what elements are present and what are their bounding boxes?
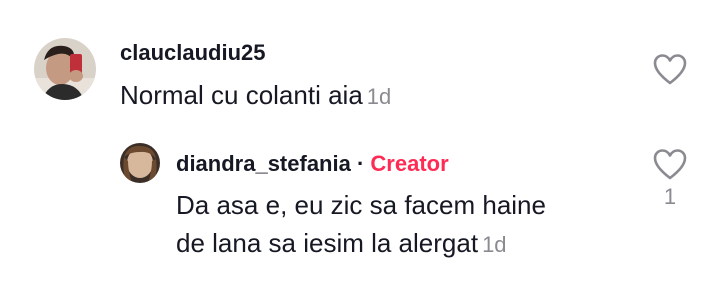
user-photo-icon: [34, 38, 96, 100]
heart-outline-icon: [653, 54, 687, 85]
separator-dot: ·: [356, 151, 365, 176]
avatar[interactable]: [34, 38, 96, 100]
reply-header: diandra_stefania · Creator: [176, 151, 449, 177]
comment-username[interactable]: clauclaudiu25: [120, 40, 266, 66]
reply-item: diandra_stefania · Creator Da asa e, eu …: [0, 140, 719, 287]
reply-timestamp: 1d: [482, 232, 507, 257]
like-button[interactable]: [650, 50, 690, 90]
comment-text-content: Normal cu colanti aia: [120, 80, 363, 110]
reply-text-line-2: de lana sa iesim la alergat 1d: [176, 228, 507, 259]
avatar[interactable]: [120, 143, 160, 183]
comment-item: clauclaudiu25 Normal cu colanti aia 1d: [0, 0, 719, 140]
reply-username[interactable]: diandra_stefania: [176, 151, 351, 176]
comment-thread: clauclaudiu25 Normal cu colanti aia 1d di…: [0, 0, 719, 287]
creator-badge: Creator: [370, 151, 449, 176]
comment-text: Normal cu colanti aia 1d: [120, 80, 391, 111]
reply-text-line-1: Da asa e, eu zic sa facem haine: [176, 190, 546, 220]
like-count: 1: [663, 184, 677, 209]
heart-outline-icon: [653, 149, 687, 180]
reply-text-content: de lana sa iesim la alergat: [176, 228, 479, 258]
user-photo-icon: [120, 143, 160, 183]
like-button[interactable]: [650, 145, 690, 185]
comment-timestamp: 1d: [366, 84, 392, 109]
